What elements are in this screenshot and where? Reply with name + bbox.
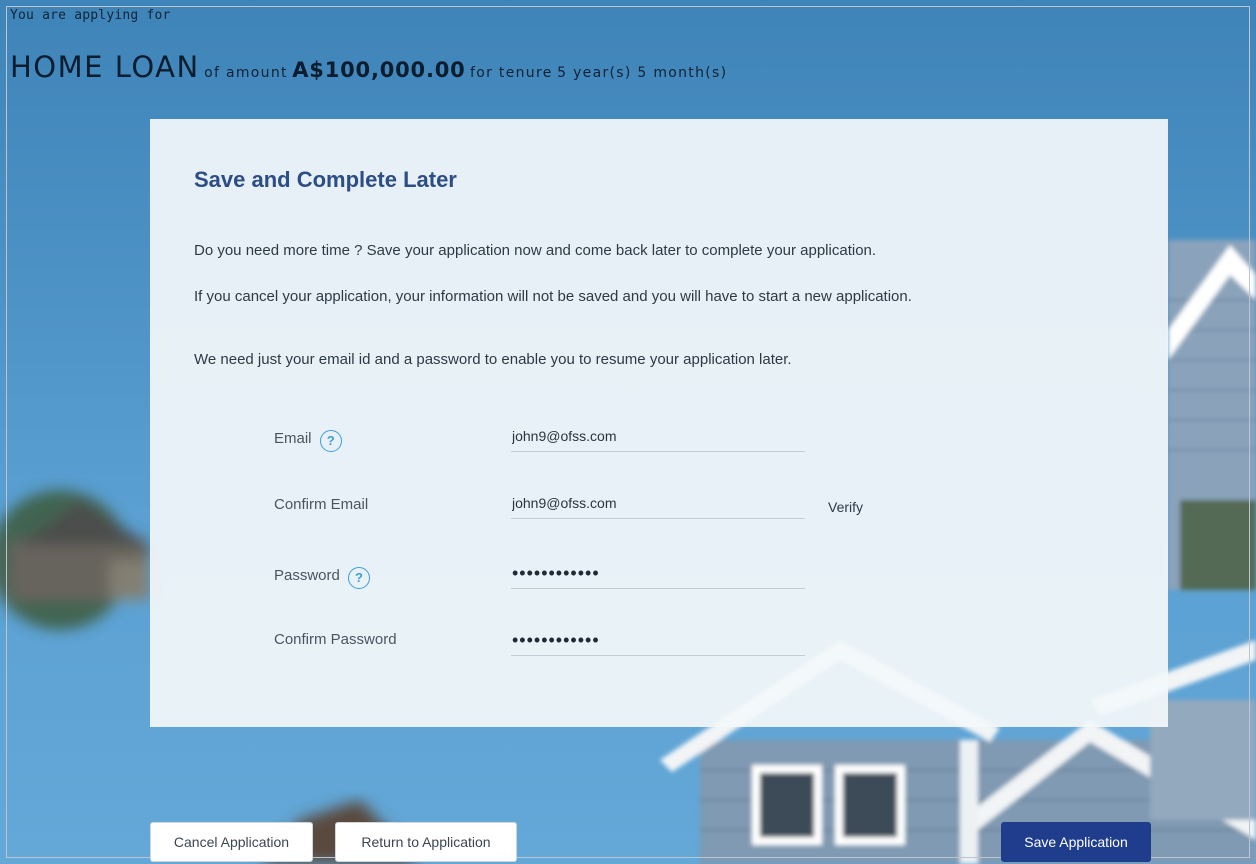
confirm-email-field-wrapper bbox=[511, 489, 806, 519]
loan-summary: HOME LOAN of amount A$100,000.00 for ten… bbox=[10, 50, 727, 84]
loan-product-name: HOME LOAN bbox=[10, 50, 200, 84]
email-label: Email ? bbox=[274, 430, 342, 452]
confirm-password-field[interactable] bbox=[511, 626, 806, 654]
info-paragraph-email-password: We need just your email id and a passwor… bbox=[194, 351, 792, 368]
password-field[interactable] bbox=[511, 559, 806, 587]
confirm-email-field[interactable] bbox=[511, 489, 806, 517]
confirm-password-field-wrapper bbox=[511, 626, 806, 656]
email-label-text: Email bbox=[274, 430, 312, 447]
verify-email-link[interactable]: Verify bbox=[828, 499, 863, 515]
confirm-password-label: Confirm Password bbox=[274, 631, 397, 648]
applying-for-label: You are applying for bbox=[10, 8, 171, 23]
for-tenure-text: for tenure bbox=[470, 65, 553, 81]
return-to-application-button[interactable]: Return to Application bbox=[335, 822, 517, 862]
cancel-application-button[interactable]: Cancel Application bbox=[150, 822, 313, 862]
password-field-wrapper bbox=[511, 559, 806, 589]
password-label: Password ? bbox=[274, 567, 371, 589]
save-later-card: Save and Complete Later Do you need more… bbox=[150, 119, 1168, 727]
loan-tenure: 5 year(s) 5 month(s) bbox=[557, 65, 728, 81]
password-help-icon[interactable]: ? bbox=[348, 567, 371, 589]
of-amount-text: of amount bbox=[204, 65, 288, 81]
email-help-icon[interactable]: ? bbox=[319, 430, 342, 452]
email-field-wrapper bbox=[511, 422, 806, 452]
info-paragraph-more-time: Do you need more time ? Save your applic… bbox=[194, 242, 877, 259]
loan-amount: A$100,000.00 bbox=[292, 58, 466, 82]
card-title: Save and Complete Later bbox=[194, 167, 457, 192]
confirm-email-label: Confirm Email bbox=[274, 496, 369, 513]
save-application-button[interactable]: Save Application bbox=[1001, 822, 1151, 862]
email-field[interactable] bbox=[511, 422, 806, 450]
info-paragraph-cancel: If you cancel your application, your inf… bbox=[194, 288, 912, 305]
password-label-text: Password bbox=[274, 567, 340, 584]
